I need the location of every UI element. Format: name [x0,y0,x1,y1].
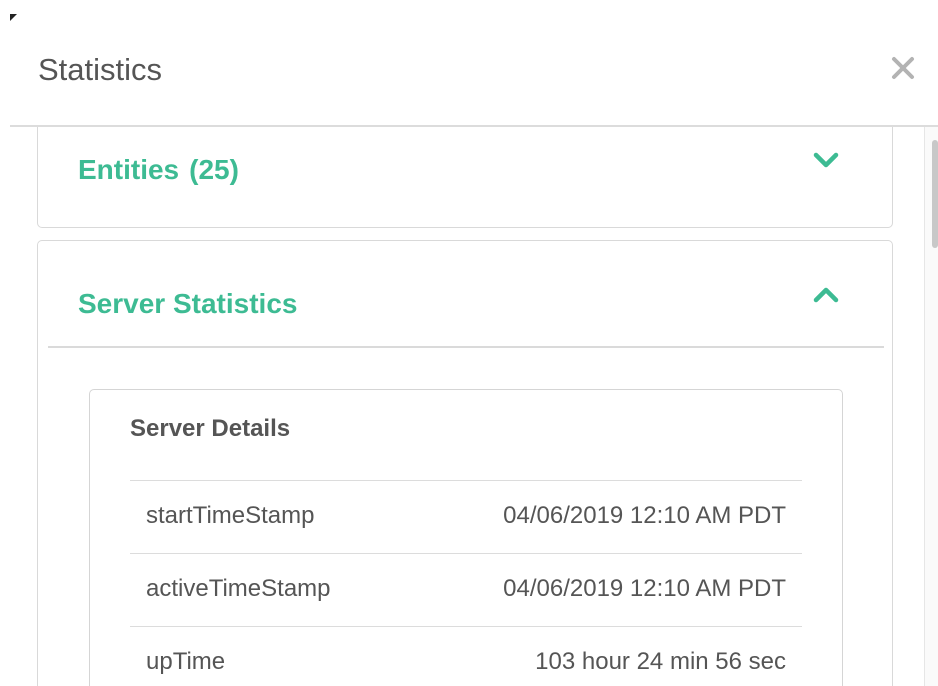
row-key: startTimeStamp [146,502,315,529]
row-value: 103 hour 24 min 56 sec [535,648,786,675]
server-details-title: Server Details [130,415,291,442]
entities-panel-header[interactable]: Entities (25) [38,127,892,227]
entities-label: Entities [78,154,180,185]
server-panel-divider [48,346,884,348]
server-details-card: Server Details startTimeStamp 04/06/2019… [89,389,843,686]
server-statistics-title: Server Statistics [78,288,298,319]
statistics-dialog: Statistics Entities (25) Server Statistic… [0,0,938,686]
close-icon [892,57,914,79]
entities-panel-title: Entities (25) [78,152,239,188]
chevron-up-icon[interactable] [810,283,842,307]
entities-count: (25) [189,154,239,185]
server-statistics-panel: Server Statistics Server Details startTi… [37,240,893,686]
dialog-title: Statistics [38,52,163,87]
scrollbar-thumb[interactable] [932,140,938,248]
row-key: upTime [146,648,226,675]
entities-panel: Entities (25) [37,127,893,228]
server-details-table: startTimeStamp 04/06/2019 12:10 AM PDT a… [130,480,802,686]
table-row: activeTimeStamp 04/06/2019 12:10 AM PDT [130,553,802,626]
row-key: activeTimeStamp [146,575,331,602]
close-button[interactable] [884,48,924,88]
table-row: startTimeStamp 04/06/2019 12:10 AM PDT [130,480,802,553]
row-value: 04/06/2019 12:10 AM PDT [503,575,786,602]
table-row: upTime 103 hour 24 min 56 sec [130,626,802,686]
server-statistics-panel-header[interactable]: Server Statistics [38,241,892,347]
dialog-header: Statistics [0,0,938,126]
dialog-body[interactable]: Entities (25) Server Statistics Server De… [0,127,938,686]
row-value: 04/06/2019 12:10 AM PDT [503,502,786,529]
chevron-down-icon[interactable] [810,148,842,172]
